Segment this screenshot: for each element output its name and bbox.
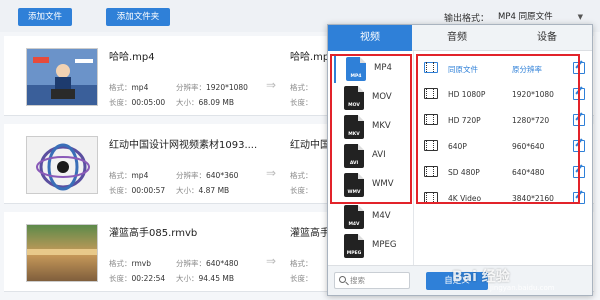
file-size: 大小：94.45 MB [176,274,234,283]
format-label: M4V [372,211,391,221]
watermark-logo: Bai 经验 [452,269,510,285]
tab-device[interactable]: 设备 [502,25,592,51]
add-file-button[interactable]: 添加文件 [18,8,72,26]
file-resolution: 分辨率：1920*1080 [176,83,248,92]
format-label: MPEG [372,240,397,250]
add-folder-button[interactable]: 添加文件夹 [106,8,170,26]
search-placeholder: 搜索 [350,276,365,285]
output-duration-meta: 长度： [290,274,313,283]
output-format-meta: 格式： [290,171,313,180]
video-thumbnail [26,224,98,282]
format-picker-panel: 视频 音频 设备 MP4 MP4 MOV MOV MKV MKV AVI AVI… [327,24,593,296]
format-tabs: 视频 音频 设备 [328,25,592,51]
video-thumbnail [26,136,98,194]
output-duration-meta: 长度： [290,98,313,107]
file-size: 大小：68.09 MB [176,98,234,107]
file-resolution: 分辨率：640*480 [176,259,239,268]
search-icon [339,276,346,283]
file-format: 格式：rmvb [109,259,151,268]
file-name: 红动中国设计网视频素材1093.... [109,140,258,151]
m4v-file-icon: M4V [344,205,364,229]
highlight-box-formats [330,54,412,204]
file-duration: 长度：00:22:54 [109,274,166,283]
format-item-mpeg[interactable]: MPEG MPEG [334,232,412,260]
video-thumbnail [26,48,98,106]
search-input[interactable]: 搜索 [334,272,410,289]
arrow-right-icon: ⇒ [266,166,277,180]
output-format-value: MP4 同原文件 [498,12,553,22]
arrow-right-icon: ⇒ [266,78,277,92]
file-format: 格式：mp4 [109,171,149,180]
format-item-m4v[interactable]: M4V M4V [334,203,412,231]
file-duration: 长度：00:05:00 [109,98,166,107]
output-format-meta: 格式： [290,259,313,268]
file-name: 哈哈.mp4 [109,52,155,63]
output-format-label: 输出格式： [444,14,490,24]
highlight-box-resolutions [416,54,580,204]
arrow-right-icon: ⇒ [266,254,277,268]
file-format: 格式：mp4 [109,83,149,92]
tab-audio[interactable]: 音频 [412,25,502,51]
file-duration: 长度：00:00:57 [109,186,166,195]
mpeg-file-icon: MPEG [344,234,364,258]
file-resolution: 分辨率：640*360 [176,171,239,180]
tab-video[interactable]: 视频 [328,25,412,51]
file-name: 灌篮高手085.rmvb [109,228,198,239]
watermark-url: jingyan.baidu.com [490,284,555,292]
output-duration-meta: 长度： [290,186,313,195]
file-size: 大小：4.87 MB [176,186,230,195]
output-format-meta: 格式： [290,83,313,92]
